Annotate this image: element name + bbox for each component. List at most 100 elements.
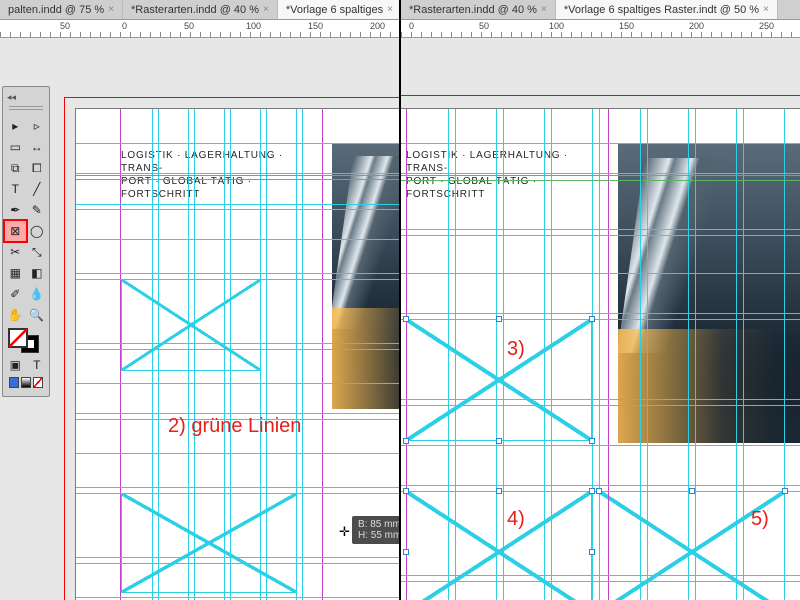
- guide-column: [152, 109, 153, 600]
- guide-column: [592, 109, 593, 600]
- fill-swatch-icon[interactable]: [9, 329, 27, 347]
- tab-bar-left: palten.indd @ 75 %× *Rasterarten.indd @ …: [0, 0, 399, 20]
- tools-panel: ◂◂ ▸ ▹ ▭ ↔ ⧉ ⧠ T ╱ ✒ ✎ ⊠ ◯ ✂ ⤡ ▦ ◧ ✐ 💧 ✋…: [2, 86, 50, 397]
- pen-tool-icon[interactable]: ✒: [5, 200, 26, 220]
- guide-row: [76, 419, 399, 420]
- scissors-tool-icon[interactable]: ✂: [5, 242, 26, 262]
- tab-bar-right: *Rasterarten.indd @ 40 %× *Vorlage 6 spa…: [401, 0, 800, 20]
- ruler-horizontal-right[interactable]: 0 50 100 150 200 250: [401, 20, 800, 38]
- guide-row: [76, 563, 399, 564]
- image-frame-photo[interactable]: [332, 143, 399, 409]
- guide-row: [401, 319, 800, 320]
- tab-right-1[interactable]: *Vorlage 6 spaltiges Raster.indt @ 50 %×: [556, 0, 778, 19]
- guide-row: [76, 597, 399, 598]
- guide-margin: [406, 109, 407, 600]
- guide-column: [544, 109, 545, 600]
- page-tool-icon[interactable]: ▭: [5, 137, 26, 157]
- guide-row: [76, 487, 399, 488]
- ruler-horizontal-left[interactable]: 50 0 50 100 150 200: [0, 20, 399, 38]
- guide-column: [296, 109, 297, 600]
- guide-column: [551, 109, 552, 600]
- guide-user-green: [76, 179, 399, 180]
- close-icon[interactable]: ×: [541, 4, 547, 15]
- eyedropper-tool-icon[interactable]: 💧: [27, 284, 48, 304]
- format-container-icon[interactable]: ▣: [5, 355, 26, 375]
- close-icon[interactable]: ×: [763, 4, 769, 15]
- guide-user-green: [401, 180, 800, 181]
- guide-column: [647, 109, 648, 600]
- guide-column: [448, 109, 449, 600]
- guide-row: [401, 273, 800, 274]
- zoom-tool-icon[interactable]: 🔍: [27, 305, 48, 325]
- crosshair-cursor-icon: ✛: [339, 524, 350, 540]
- guide-column: [230, 109, 231, 600]
- measurement-tooltip: B: 85 mm H: 55 mm: [352, 516, 399, 544]
- image-frame-placeholder[interactable]: [406, 491, 592, 600]
- tab-left-0[interactable]: palten.indd @ 75 %×: [0, 0, 123, 19]
- guide-row: [76, 453, 399, 454]
- guide-column: [640, 109, 641, 600]
- document-pane-left[interactable]: LOGISTIK · LAGERHALTUNG · TRANS- PORT · …: [0, 38, 399, 600]
- image-frame-placeholder[interactable]: [121, 493, 297, 593]
- tab-left-2[interactable]: *Vorlage 6 spaltiges×: [278, 0, 402, 19]
- guide-column: [188, 109, 189, 600]
- apply-color-icon[interactable]: [9, 377, 19, 388]
- rectangle-frame-tool-icon[interactable]: ⊠: [5, 221, 26, 241]
- hand-tool-icon[interactable]: ✋: [5, 305, 26, 325]
- panel-grip[interactable]: [9, 106, 43, 112]
- guide-column: [496, 109, 497, 600]
- pencil-tool-icon[interactable]: ✎: [27, 200, 48, 220]
- guide-column: [736, 109, 737, 600]
- direct-selection-tool-icon[interactable]: ▹: [27, 116, 48, 136]
- apply-gradient-icon[interactable]: [21, 377, 31, 388]
- document-pane-right[interactable]: LOGISTIK · LAGERHALTUNG · TRANS- PORT · …: [401, 38, 800, 600]
- close-icon[interactable]: ×: [263, 4, 269, 15]
- guide-column: [194, 109, 195, 600]
- note-tool-icon[interactable]: ✐: [5, 284, 26, 304]
- image-frame-placeholder[interactable]: [599, 491, 785, 600]
- image-frame-placeholder[interactable]: [121, 279, 261, 371]
- guide-column: [224, 109, 225, 600]
- image-frame-photo[interactable]: [618, 143, 800, 443]
- fill-stroke-swatch[interactable]: [5, 325, 47, 355]
- tab-left-1[interactable]: *Rasterarten.indd @ 40 %×: [123, 0, 278, 19]
- guide-column: [158, 109, 159, 600]
- guide-row: [76, 557, 399, 558]
- guide-row: [401, 173, 800, 174]
- guide-user-green: [76, 175, 399, 176]
- guide-row: [76, 279, 399, 280]
- guide-row: [401, 485, 800, 486]
- selection-tool-icon[interactable]: ▸: [5, 116, 26, 136]
- guide-row: [401, 235, 800, 236]
- guide-column: [455, 109, 456, 600]
- guide-row: [76, 349, 399, 350]
- gradient-feather-tool-icon[interactable]: ◧: [27, 263, 48, 283]
- content-collector-tool-icon[interactable]: ⧉: [5, 158, 26, 178]
- guide-margin: [120, 109, 121, 600]
- panel-collapse-icon[interactable]: ◂◂: [5, 91, 47, 104]
- guide-margin: [608, 109, 609, 600]
- image-frame-placeholder[interactable]: [406, 319, 592, 441]
- type-tool-icon[interactable]: T: [5, 179, 26, 199]
- guide-row: [76, 273, 399, 274]
- apply-none-icon[interactable]: [33, 377, 43, 388]
- free-transform-tool-icon[interactable]: ⤡: [27, 242, 48, 262]
- guide-row: [76, 143, 399, 144]
- line-tool-icon[interactable]: ╱: [27, 179, 48, 199]
- close-icon[interactable]: ×: [387, 4, 393, 15]
- guide-row: [76, 209, 399, 210]
- apply-color-row: [5, 375, 47, 392]
- guide-column: [302, 109, 303, 600]
- content-placer-tool-icon[interactable]: ⧠: [27, 158, 48, 178]
- tab-right-0[interactable]: *Rasterarten.indd @ 40 %×: [401, 0, 556, 19]
- guide-row: [401, 405, 800, 406]
- gap-tool-icon[interactable]: ↔: [27, 137, 48, 157]
- close-icon[interactable]: ×: [108, 4, 114, 15]
- gradient-swatch-tool-icon[interactable]: ▦: [5, 263, 26, 283]
- format-text-icon[interactable]: T: [27, 355, 48, 375]
- pane-divider: [399, 0, 401, 600]
- guide-column: [260, 109, 261, 600]
- guide-column: [266, 109, 267, 600]
- guide-column: [599, 109, 600, 600]
- ellipse-tool-icon[interactable]: ◯: [27, 221, 48, 241]
